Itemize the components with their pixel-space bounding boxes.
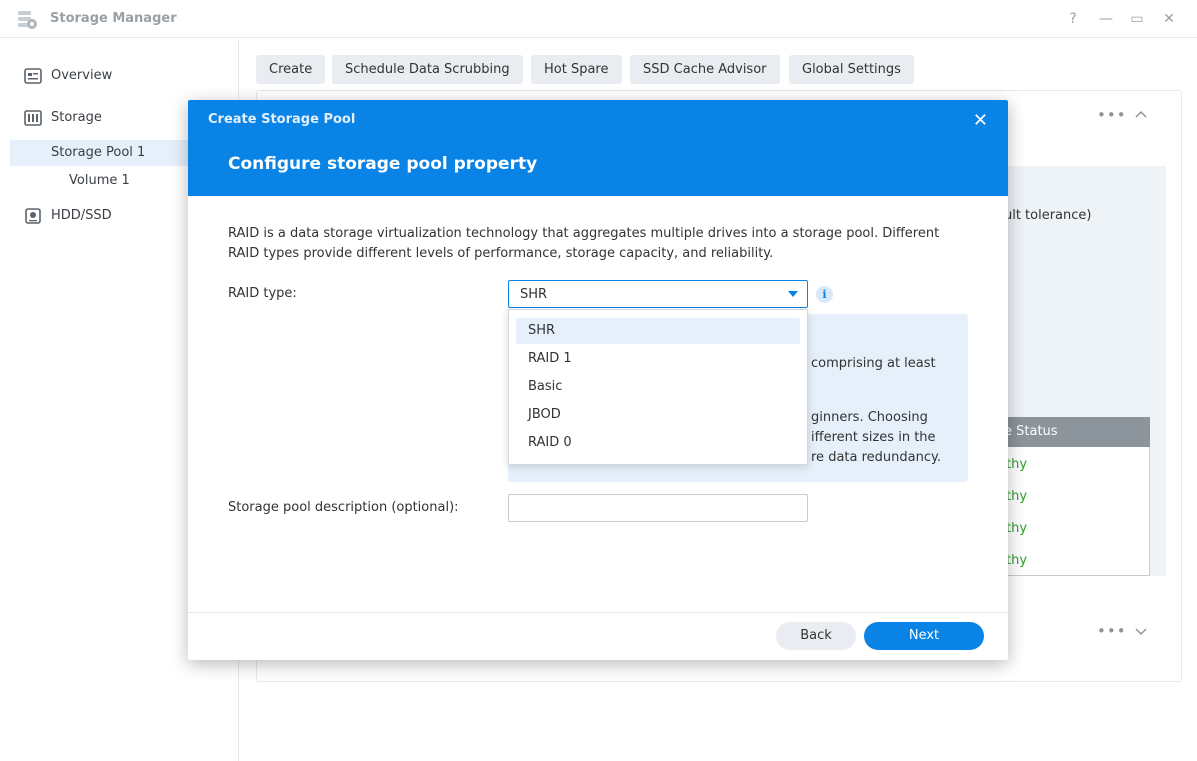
raid-type-dropdown: SHR RAID 1 Basic JBOD RAID 0 (508, 309, 808, 465)
storage-manager-app-icon (18, 11, 37, 29)
sidebar-item-overview[interactable]: Overview (10, 63, 238, 89)
hdd-icon (25, 208, 41, 224)
raid-option-raid0[interactable]: RAID 0 (516, 430, 800, 456)
title-bar: Storage Manager ? — ▭ ✕ (0, 0, 1197, 38)
raid-info-text: ginners. Choosing (811, 410, 928, 425)
dialog-small-title: Create Storage Pool (208, 112, 356, 127)
overview-icon (24, 68, 42, 84)
schedule-data-scrubbing-button[interactable]: Schedule Data Scrubbing (332, 55, 523, 84)
close-window-icon[interactable]: ✕ (1160, 10, 1178, 28)
drive-status-healthy: thy (1006, 553, 1028, 568)
info-icon[interactable]: i (816, 286, 833, 303)
drive-status-healthy: thy (1006, 521, 1028, 536)
raid-description: RAID is a data storage virtualization te… (228, 226, 940, 261)
storage-icon (24, 110, 42, 126)
raid-option-shr[interactable]: SHR (516, 318, 800, 344)
drive-status-healthy: thy (1006, 457, 1028, 472)
raid-info-text: ifferent sizes in the (811, 430, 936, 445)
dialog-close-icon[interactable]: ✕ (973, 110, 988, 131)
collapse-chevron-icon[interactable] (1135, 110, 1147, 118)
create-button[interactable]: Create (256, 55, 326, 84)
pool-description-label: Storage pool description (optional): (228, 500, 459, 515)
expand-chevron-icon[interactable] (1135, 628, 1147, 636)
raid-option-raid1[interactable]: RAID 1 (516, 346, 800, 372)
global-settings-button[interactable]: Global Settings (789, 55, 914, 84)
hot-spare-button[interactable]: Hot Spare (531, 55, 622, 84)
fault-tolerance-text: ault tolerance) (996, 208, 1092, 223)
next-button[interactable]: Next (864, 622, 984, 650)
maximize-icon[interactable]: ▭ (1128, 10, 1146, 28)
raid-type-select[interactable]: SHR (508, 280, 808, 308)
volume-more-icon[interactable]: ••• (1097, 622, 1127, 640)
pool-description-input[interactable] (508, 494, 808, 522)
sidebar-label-storage: Storage (51, 110, 102, 125)
minimize-icon[interactable]: — (1097, 10, 1115, 28)
raid-option-basic[interactable]: Basic (516, 374, 800, 400)
raid-type-value: SHR (520, 287, 548, 302)
raid-type-label: RAID type: (228, 286, 297, 301)
ssd-cache-advisor-button[interactable]: SSD Cache Advisor (630, 55, 780, 84)
window-title: Storage Manager (50, 11, 177, 26)
sidebar-label-overview: Overview (51, 68, 113, 83)
drive-status-header: e Status (996, 417, 1150, 447)
dialog-header: Create Storage Pool ✕ Configure storage … (188, 100, 1008, 196)
raid-info-text: re data redundancy. (811, 450, 941, 465)
raid-info-text: comprising at least (811, 356, 936, 371)
raid-option-jbod[interactable]: JBOD (516, 402, 800, 428)
panel-more-icon[interactable]: ••• (1097, 106, 1127, 124)
back-button[interactable]: Back (776, 622, 856, 650)
create-storage-pool-dialog: Create Storage Pool ✕ Configure storage … (188, 100, 1008, 660)
dialog-title: Configure storage pool property (228, 154, 538, 174)
help-icon[interactable]: ? (1064, 10, 1082, 28)
sidebar-label-hdd-ssd: HDD/SSD (51, 208, 112, 223)
drive-status-healthy: thy (1006, 489, 1028, 504)
chevron-down-icon (788, 291, 798, 297)
